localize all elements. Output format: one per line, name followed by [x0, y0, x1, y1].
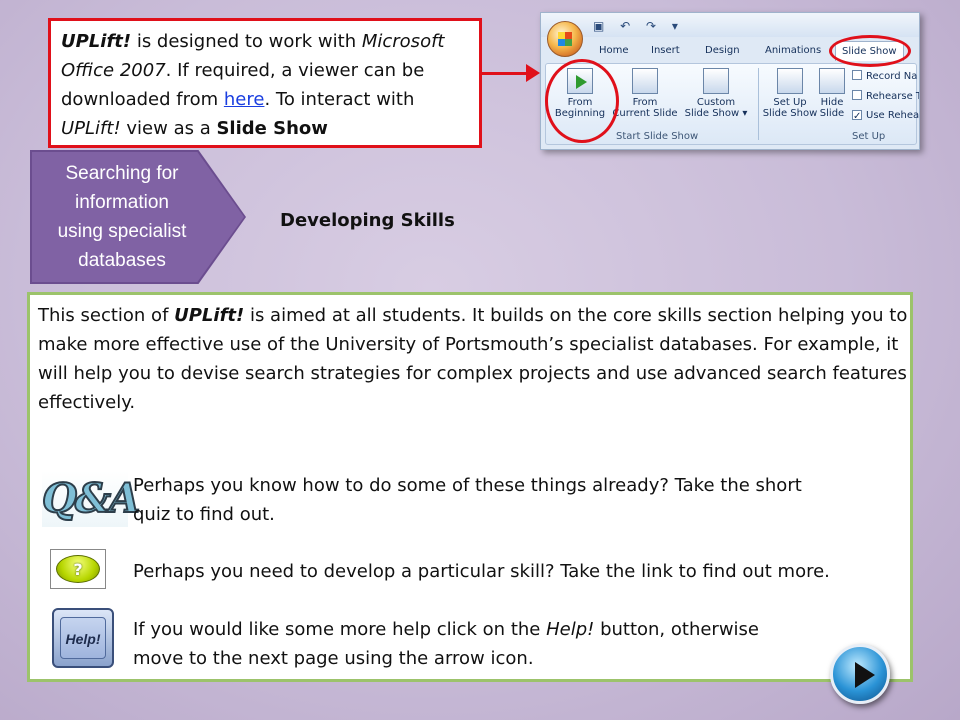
brand-name: UPLift!	[61, 118, 121, 139]
group-label-start: Start Slide Show	[616, 131, 699, 142]
help-text: If you would like some more help click o…	[133, 619, 760, 669]
group-separator	[758, 68, 759, 140]
button-label: Current Slide	[612, 108, 678, 119]
use-rehearsed-timings-item: ✓ Use Rehea	[852, 110, 920, 122]
group-label-setup: Set Up	[852, 131, 886, 142]
highlight-circle	[545, 59, 619, 143]
pointer-arrow-icon	[526, 64, 540, 82]
projector-icon	[703, 68, 729, 94]
button-label: Slide Show	[762, 108, 818, 119]
custom-slide-show-button: Custom Slide Show ▾	[680, 68, 752, 119]
quiz-qa-icon[interactable]: Q&A	[41, 471, 141, 527]
section-title-line: databases	[78, 250, 166, 271]
quiz-text: Perhaps you know how to do some of these…	[133, 475, 802, 525]
section-title-line: information	[75, 192, 169, 213]
tab-animations: Animations	[765, 45, 822, 56]
hide-slide-button: Hide Slide	[816, 68, 848, 119]
brand-name: UPLift!	[174, 305, 245, 326]
skill-text: Perhaps you need to develop a particular…	[133, 561, 830, 582]
section-title-line: Searching for	[65, 163, 179, 184]
info-text: view as a	[120, 118, 217, 139]
section-title-line: using specialist	[57, 221, 187, 242]
viewer-download-link[interactable]: here	[224, 89, 265, 110]
button-label: Set Up	[773, 97, 807, 108]
content-box: This section of UPLift! is aimed at all …	[27, 292, 913, 682]
brand-name: UPLift!	[61, 31, 132, 52]
tab-home: Home	[599, 45, 629, 56]
info-text: is designed to work with	[131, 31, 362, 52]
pointer-arrow-line	[482, 72, 532, 75]
help-button-label: Help!	[60, 617, 106, 659]
info-text: . To interact with	[264, 89, 415, 110]
next-page-arrow-button[interactable]	[830, 644, 890, 704]
button-label: From	[632, 97, 658, 108]
button-label: Hide	[820, 97, 844, 108]
quick-access-icons: ▣ ↶ ↷ ▾	[593, 19, 684, 33]
setup-icon	[777, 68, 803, 94]
hide-slide-icon	[819, 68, 845, 94]
skill-link-button[interactable]: ?	[50, 549, 106, 589]
set-up-slide-show-button: Set Up Slide Show	[760, 68, 820, 119]
tab-insert: Insert	[651, 45, 680, 56]
button-label: Custom	[696, 97, 736, 108]
page-heading: Developing Skills	[280, 210, 455, 231]
record-narration-item: Record Na	[852, 70, 917, 82]
tab-design: Design	[705, 45, 740, 56]
from-current-slide-button: From Current Slide	[610, 68, 680, 119]
projector-icon	[632, 68, 658, 94]
intro-paragraph: This section of UPLift! is aimed at all …	[38, 305, 908, 413]
office-button-icon	[547, 21, 583, 57]
button-label: Slide Show ▾	[684, 108, 748, 119]
powerpoint-ribbon-screenshot: ▣ ↶ ↷ ▾ Home Insert Design Animations Sl…	[540, 12, 920, 150]
button-label: Slide	[819, 108, 845, 119]
help-button[interactable]: Help!	[52, 608, 114, 668]
question-icon: ?	[56, 555, 100, 583]
rehearse-timings-item: Rehearse T	[852, 90, 919, 102]
viewer-info-box: UPLift! is designed to work with Microso…	[48, 18, 482, 148]
highlight-circle	[829, 35, 911, 67]
slide-show-label: Slide Show	[216, 118, 328, 139]
